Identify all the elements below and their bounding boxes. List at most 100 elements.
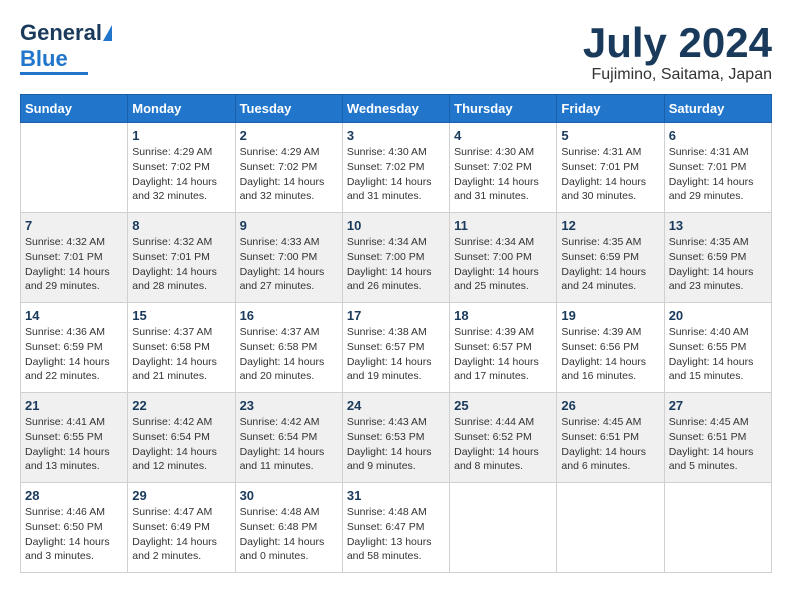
calendar-cell: 30Sunrise: 4:48 AM Sunset: 6:48 PM Dayli… bbox=[235, 483, 342, 573]
calendar-cell: 11 Sunrise: 4:34 AM Sunset: 7:00 PM Dayli… bbox=[450, 213, 557, 303]
header-sunday: Sunday bbox=[21, 95, 128, 123]
day-info: Sunrise: 4:37 AM Sunset: 6:58 PM Dayligh… bbox=[240, 325, 338, 384]
day-number: 26 bbox=[561, 398, 659, 413]
day-info: Sunrise: 4:35 AM Sunset: 6:59 PM Dayligh… bbox=[561, 235, 659, 294]
day-number: 27 bbox=[669, 398, 767, 413]
day-info: Sunrise: 4:42 AM Sunset: 6:54 PM Dayligh… bbox=[132, 415, 230, 474]
calendar-cell: 4 Sunrise: 4:30 AM Sunset: 7:02 PM Daylig… bbox=[450, 123, 557, 213]
day-number: 23 bbox=[240, 398, 338, 413]
day-info: Sunrise: 4:35 AM Sunset: 6:59 PM Dayligh… bbox=[669, 235, 767, 294]
calendar-cell: 10 Sunrise: 4:34 AM Sunset: 7:00 PM Dayli… bbox=[342, 213, 449, 303]
day-number: 14 bbox=[25, 308, 123, 323]
calendar-cell: 19Sunrise: 4:39 AM Sunset: 6:56 PM Dayli… bbox=[557, 303, 664, 393]
logo-blue: Blue bbox=[20, 46, 68, 72]
day-info: Sunrise: 4:42 AM Sunset: 6:54 PM Dayligh… bbox=[240, 415, 338, 474]
day-info: Sunrise: 4:47 AM Sunset: 6:49 PM Dayligh… bbox=[132, 505, 230, 564]
calendar-cell: 26 Sunrise: 4:45 AM Sunset: 6:51 PM Dayli… bbox=[557, 393, 664, 483]
day-number: 5 bbox=[561, 128, 659, 143]
calendar-cell: 5 Sunrise: 4:31 AM Sunset: 7:01 PM Daylig… bbox=[557, 123, 664, 213]
day-number: 7 bbox=[25, 218, 123, 233]
calendar-cell: 17 Sunrise: 4:38 AM Sunset: 6:57 PM Dayli… bbox=[342, 303, 449, 393]
day-info: Sunrise: 4:29 AM Sunset: 7:02 PM Dayligh… bbox=[132, 145, 230, 204]
day-number: 11 bbox=[454, 218, 552, 233]
calendar-header-row: SundayMondayTuesdayWednesdayThursdayFrid… bbox=[21, 95, 772, 123]
header-tuesday: Tuesday bbox=[235, 95, 342, 123]
header-thursday: Thursday bbox=[450, 95, 557, 123]
calendar-cell: 22 Sunrise: 4:42 AM Sunset: 6:54 PM Dayli… bbox=[128, 393, 235, 483]
day-info: Sunrise: 4:34 AM Sunset: 7:00 PM Dayligh… bbox=[347, 235, 445, 294]
day-info: Sunrise: 4:30 AM Sunset: 7:02 PM Dayligh… bbox=[454, 145, 552, 204]
header-friday: Friday bbox=[557, 95, 664, 123]
calendar-cell bbox=[21, 123, 128, 213]
day-info: Sunrise: 4:43 AM Sunset: 6:53 PM Dayligh… bbox=[347, 415, 445, 474]
calendar-cell bbox=[664, 483, 771, 573]
header-saturday: Saturday bbox=[664, 95, 771, 123]
day-number: 2 bbox=[240, 128, 338, 143]
calendar-cell: 7 Sunrise: 4:32 AM Sunset: 7:01 PM Daylig… bbox=[21, 213, 128, 303]
day-info: Sunrise: 4:44 AM Sunset: 6:52 PM Dayligh… bbox=[454, 415, 552, 474]
location-subtitle: Fujimino, Saitama, Japan bbox=[583, 66, 772, 84]
day-number: 28 bbox=[25, 488, 123, 503]
day-info: Sunrise: 4:40 AM Sunset: 6:55 PM Dayligh… bbox=[669, 325, 767, 384]
calendar-cell: 27Sunrise: 4:45 AM Sunset: 6:51 PM Dayli… bbox=[664, 393, 771, 483]
calendar-cell: 1 Sunrise: 4:29 AM Sunset: 7:02 PM Daylig… bbox=[128, 123, 235, 213]
day-number: 18 bbox=[454, 308, 552, 323]
calendar-cell: 6Sunrise: 4:31 AM Sunset: 7:01 PM Daylig… bbox=[664, 123, 771, 213]
day-number: 15 bbox=[132, 308, 230, 323]
calendar-cell: 16 Sunrise: 4:37 AM Sunset: 6:58 PM Dayli… bbox=[235, 303, 342, 393]
day-info: Sunrise: 4:38 AM Sunset: 6:57 PM Dayligh… bbox=[347, 325, 445, 384]
day-info: Sunrise: 4:29 AM Sunset: 7:02 PM Dayligh… bbox=[240, 145, 338, 204]
day-number: 1 bbox=[132, 128, 230, 143]
day-number: 16 bbox=[240, 308, 338, 323]
day-number: 6 bbox=[669, 128, 767, 143]
day-number: 29 bbox=[132, 488, 230, 503]
day-number: 21 bbox=[25, 398, 123, 413]
day-number: 9 bbox=[240, 218, 338, 233]
calendar-week-3: 14 Sunrise: 4:36 AM Sunset: 6:59 PM Dayli… bbox=[21, 303, 772, 393]
day-info: Sunrise: 4:30 AM Sunset: 7:02 PM Dayligh… bbox=[347, 145, 445, 204]
day-number: 22 bbox=[132, 398, 230, 413]
calendar-cell: 24 Sunrise: 4:43 AM Sunset: 6:53 PM Dayli… bbox=[342, 393, 449, 483]
day-number: 10 bbox=[347, 218, 445, 233]
day-number: 13 bbox=[669, 218, 767, 233]
day-info: Sunrise: 4:37 AM Sunset: 6:58 PM Dayligh… bbox=[132, 325, 230, 384]
calendar-week-1: 1 Sunrise: 4:29 AM Sunset: 7:02 PM Daylig… bbox=[21, 123, 772, 213]
day-info: Sunrise: 4:41 AM Sunset: 6:55 PM Dayligh… bbox=[25, 415, 123, 474]
logo-arrow-icon bbox=[103, 25, 112, 41]
calendar-week-5: 28 Sunrise: 4:46 AM Sunset: 6:50 PM Dayli… bbox=[21, 483, 772, 573]
calendar-cell bbox=[557, 483, 664, 573]
calendar-cell: 8Sunrise: 4:32 AM Sunset: 7:01 PM Daylig… bbox=[128, 213, 235, 303]
day-number: 4 bbox=[454, 128, 552, 143]
day-number: 17 bbox=[347, 308, 445, 323]
day-info: Sunrise: 4:46 AM Sunset: 6:50 PM Dayligh… bbox=[25, 505, 123, 564]
calendar-week-4: 21 Sunrise: 4:41 AM Sunset: 6:55 PM Dayli… bbox=[21, 393, 772, 483]
header-monday: Monday bbox=[128, 95, 235, 123]
day-number: 24 bbox=[347, 398, 445, 413]
day-number: 25 bbox=[454, 398, 552, 413]
calendar-cell: 15 Sunrise: 4:37 AM Sunset: 6:58 PM Dayli… bbox=[128, 303, 235, 393]
calendar-week-2: 7 Sunrise: 4:32 AM Sunset: 7:01 PM Daylig… bbox=[21, 213, 772, 303]
month-title: July 2024 bbox=[583, 20, 772, 66]
calendar-cell: 12Sunrise: 4:35 AM Sunset: 6:59 PM Dayli… bbox=[557, 213, 664, 303]
day-info: Sunrise: 4:34 AM Sunset: 7:00 PM Dayligh… bbox=[454, 235, 552, 294]
logo-general: General bbox=[20, 20, 102, 46]
day-info: Sunrise: 4:36 AM Sunset: 6:59 PM Dayligh… bbox=[25, 325, 123, 384]
title-block: July 2024 Fujimino, Saitama, Japan bbox=[583, 20, 772, 84]
day-info: Sunrise: 4:31 AM Sunset: 7:01 PM Dayligh… bbox=[561, 145, 659, 204]
day-info: Sunrise: 4:32 AM Sunset: 7:01 PM Dayligh… bbox=[132, 235, 230, 294]
calendar-cell: 9Sunrise: 4:33 AM Sunset: 7:00 PM Daylig… bbox=[235, 213, 342, 303]
calendar-cell: 3Sunrise: 4:30 AM Sunset: 7:02 PM Daylig… bbox=[342, 123, 449, 213]
calendar-cell: 29 Sunrise: 4:47 AM Sunset: 6:49 PM Dayli… bbox=[128, 483, 235, 573]
day-number: 20 bbox=[669, 308, 767, 323]
calendar-cell: 25 Sunrise: 4:44 AM Sunset: 6:52 PM Dayli… bbox=[450, 393, 557, 483]
day-info: Sunrise: 4:32 AM Sunset: 7:01 PM Dayligh… bbox=[25, 235, 123, 294]
calendar-cell: 18Sunrise: 4:39 AM Sunset: 6:57 PM Dayli… bbox=[450, 303, 557, 393]
logo: General Blue bbox=[20, 20, 112, 75]
header-wednesday: Wednesday bbox=[342, 95, 449, 123]
logo-underline bbox=[20, 72, 88, 75]
day-info: Sunrise: 4:48 AM Sunset: 6:47 PM Dayligh… bbox=[347, 505, 445, 564]
calendar-cell: 2 Sunrise: 4:29 AM Sunset: 7:02 PM Daylig… bbox=[235, 123, 342, 213]
day-info: Sunrise: 4:45 AM Sunset: 6:51 PM Dayligh… bbox=[561, 415, 659, 474]
day-info: Sunrise: 4:48 AM Sunset: 6:48 PM Dayligh… bbox=[240, 505, 338, 564]
calendar-cell: 31Sunrise: 4:48 AM Sunset: 6:47 PM Dayli… bbox=[342, 483, 449, 573]
